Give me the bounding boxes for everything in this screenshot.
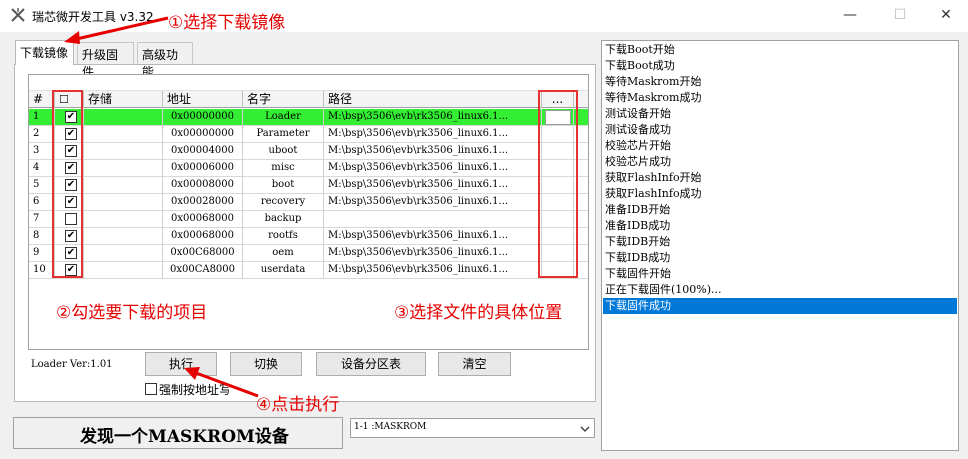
header-path: 路径 [324,91,542,108]
header-storage: 存储 [84,91,163,108]
log-line[interactable]: 获取FlashInfo开始 [603,170,957,186]
row-address: 0x00028000 [163,194,243,211]
maximize-button[interactable]: ☐ [880,4,920,28]
row-path: M:\bsp\3506\evb\rk3506_linux6.1... [324,126,542,143]
row-name: recovery [243,194,324,211]
row-storage [84,228,163,245]
row-storage [84,177,163,194]
log-line[interactable]: 正在下载固件(100%)... [603,282,957,298]
row-storage [84,245,163,262]
row-path: M:\bsp\3506\evb\rk3506_linux6.1... [324,262,542,279]
row-storage [84,211,163,228]
app-icon [11,8,25,22]
row-address: 0x00006000 [163,160,243,177]
log-line[interactable]: 下载固件成功 [603,298,957,314]
table-top-strip [29,75,588,91]
row-storage [84,160,163,177]
table-row[interactable]: 1 ✔ 0x00000000 Loader M:\bsp\3506\evb\rk3506… [29,109,588,126]
table-row[interactable]: 2 ✔ 0x00000000 Parameter M:\bsp\3506\evb\rk3… [29,126,588,143]
row-path: M:\bsp\3506\evb\rk3506_linux6.1... [324,228,542,245]
partition-table-button[interactable]: 设备分区表 [316,352,426,376]
row-address: 0x00000000 [163,126,243,143]
log-line[interactable]: 获取FlashInfo成功 [603,186,957,202]
row-name: misc [243,160,324,177]
arrow-icon [64,16,169,44]
row-address: 0x00068000 [163,211,243,228]
row-address: 0x00CA8000 [163,262,243,279]
row-address: 0x00068000 [163,228,243,245]
row-address: 0x00000000 [163,109,243,126]
table-row[interactable]: 10 ✔ 0x00CA8000 userdata M:\bsp\3506\evb\rk3… [29,262,588,279]
annotation-step2: ②勾选要下载的项目 [56,303,208,323]
log-line[interactable]: 下载Boot成功 [603,58,957,74]
annotation-step3: ③选择文件的具体位置 [394,303,563,323]
table-row[interactable]: 7 0x00068000 backup [29,211,588,228]
row-path: M:\bsp\3506\evb\rk3506_linux6.1... [324,143,542,160]
annotation-step4: ④点击执行 [256,395,340,415]
row-path: M:\bsp\3506\evb\rk3506_linux6.1... [324,245,542,262]
log-line[interactable]: 校验芯片成功 [603,154,957,170]
row-name: userdata [243,262,324,279]
row-name: backup [243,211,324,228]
row-storage [84,194,163,211]
table-header: # ☐ 存储 地址 名字 路径 ... [29,91,588,108]
row-path [324,211,542,228]
row-name: uboot [243,143,324,160]
clear-button[interactable]: 清空 [438,352,511,376]
browse-highlight-box [538,90,578,278]
row-storage [84,109,163,126]
log-line[interactable]: 准备IDB开始 [603,202,957,218]
force-write-checkbox[interactable] [145,383,157,395]
row-name: oem [243,245,324,262]
table-row[interactable]: 3 ✔ 0x00004000 uboot M:\bsp\3506\evb\rk3506_… [29,143,588,160]
log-line[interactable]: 下载IDB成功 [603,250,957,266]
table-row[interactable]: 5 ✔ 0x00008000 boot M:\bsp\3506\evb\rk3506_l… [29,177,588,194]
row-path: M:\bsp\3506\evb\rk3506_linux6.1... [324,109,542,126]
log-line[interactable]: 测试设备成功 [603,122,957,138]
loader-version: Loader Ver:1.01 [31,359,113,370]
log-panel[interactable]: 下载Boot开始 下载Boot成功 等待Maskrom开始 等待Maskrom成功 测试… [601,40,959,451]
log-line[interactable]: 测试设备开始 [603,106,957,122]
minimize-button[interactable]: — [830,4,870,28]
row-path: M:\bsp\3506\evb\rk3506_linux6.1... [324,177,542,194]
row-address: 0x00004000 [163,143,243,160]
table-row[interactable]: 8 ✔ 0x00068000 rootfs M:\bsp\3506\evb\rk3506… [29,228,588,245]
log-line[interactable]: 下载固件开始 [603,266,957,282]
log-line[interactable]: 等待Maskrom成功 [603,90,957,106]
log-line[interactable]: 校验芯片开始 [603,138,957,154]
row-path: M:\bsp\3506\evb\rk3506_linux6.1... [324,160,542,177]
row-storage [84,262,163,279]
log-line[interactable]: 准备IDB成功 [603,218,957,234]
table-row[interactable]: 9 ✔ 0x00C68000 oem M:\bsp\3506\evb\rk3506_li… [29,245,588,262]
row-address: 0x00C68000 [163,245,243,262]
close-button[interactable]: ✕ [926,4,966,28]
log-line[interactable]: 等待Maskrom开始 [603,74,957,90]
row-name: Loader [243,109,324,126]
row-name: boot [243,177,324,194]
header-name: 名字 [243,91,324,108]
log-line[interactable]: 下载Boot开始 [603,42,957,58]
row-path: M:\bsp\3506\evb\rk3506_linux6.1... [324,194,542,211]
table-row[interactable]: 4 ✔ 0x00006000 misc M:\bsp\3506\evb\rk3506_l… [29,160,588,177]
chevron-down-icon[interactable] [580,425,590,433]
row-storage [84,143,163,160]
header-address: 地址 [163,91,243,108]
arrow-icon [184,367,259,398]
table-row[interactable]: 6 ✔ 0x00028000 recovery M:\bsp\3506\evb\rk35… [29,194,588,211]
log-line[interactable]: 下载IDB开始 [603,234,957,250]
row-name: Parameter [243,126,324,143]
row-address: 0x00008000 [163,177,243,194]
row-storage [84,126,163,143]
checkbox-highlight-box [52,90,83,278]
device-select-value: 1-1 :MASKROM [354,422,427,432]
row-name: rootfs [243,228,324,245]
status-text: 发现一个MASKROM设备 [80,427,289,447]
annotation-step1: ①选择下载镜像 [168,13,286,33]
